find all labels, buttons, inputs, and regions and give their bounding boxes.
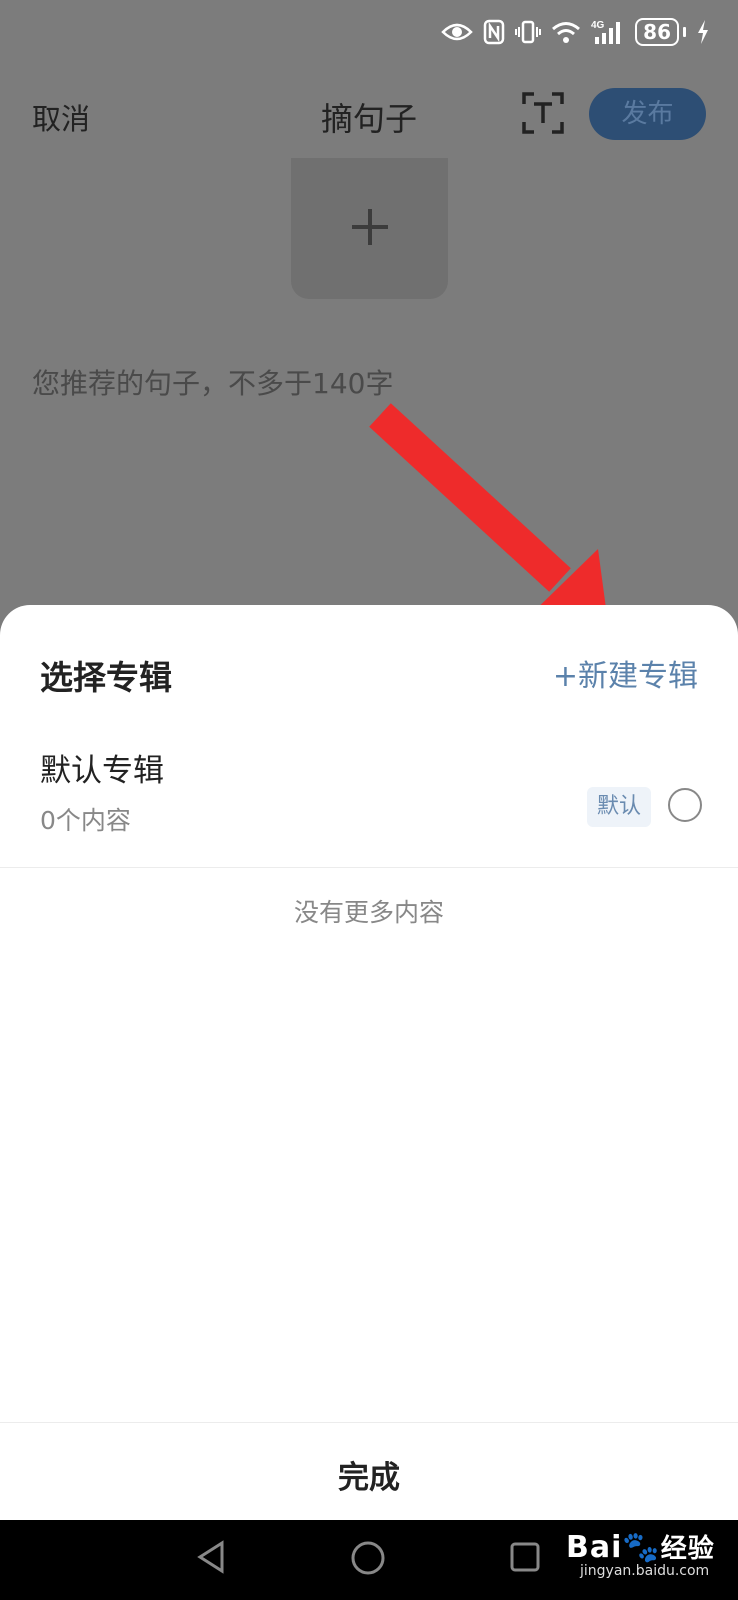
- publish-button[interactable]: 发布: [589, 88, 706, 140]
- album-count: 0个内容: [40, 806, 131, 835]
- text-scan-icon[interactable]: [522, 92, 564, 134]
- cancel-button[interactable]: 取消: [32, 96, 90, 138]
- done-button[interactable]: 完成: [0, 1452, 738, 1497]
- paw-icon: 🐾: [622, 1530, 661, 1565]
- vibrate-icon: [515, 19, 542, 45]
- sheet-title: 选择专辑: [40, 658, 172, 697]
- divider: [0, 867, 738, 868]
- default-badge: 默认: [587, 787, 651, 827]
- battery-icon: 86: [635, 18, 686, 46]
- svg-text:4G: 4G: [591, 20, 605, 31]
- add-image-button[interactable]: [291, 158, 448, 299]
- battery-level: 86: [635, 18, 679, 46]
- system-nav-bar: Bai🐾经验 jingyan.baidu.com: [0, 1520, 738, 1600]
- new-album-button[interactable]: +新建专辑: [553, 651, 698, 695]
- nfc-icon: [483, 19, 505, 45]
- wifi-icon: [551, 20, 581, 44]
- home-icon[interactable]: [350, 1540, 386, 1580]
- charging-icon: [696, 19, 710, 45]
- album-radio[interactable]: [668, 788, 702, 822]
- recents-icon[interactable]: [510, 1542, 540, 1576]
- back-icon[interactable]: [196, 1540, 226, 1578]
- plus-icon: [350, 207, 390, 251]
- top-bar: 取消 摘句子 发布: [0, 72, 738, 158]
- status-bar: 4G 86: [0, 0, 738, 72]
- album-name: 默认专辑: [40, 753, 164, 789]
- sentence-input-placeholder[interactable]: 您推荐的句子，不多于140字: [32, 362, 393, 402]
- baidu-jingyan-watermark: Bai🐾经验 jingyan.baidu.com: [566, 1530, 715, 1579]
- album-picker-sheet: 选择专辑 +新建专辑 默认专辑 0个内容 默认 没有更多内容 完成: [0, 605, 738, 1520]
- album-row-default[interactable]: 默认专辑 0个内容 默认: [0, 731, 738, 871]
- signal-4g-icon: 4G: [591, 19, 625, 45]
- divider: [0, 1422, 738, 1423]
- eye-icon: [441, 21, 473, 43]
- no-more-text: 没有更多内容: [293, 898, 444, 927]
